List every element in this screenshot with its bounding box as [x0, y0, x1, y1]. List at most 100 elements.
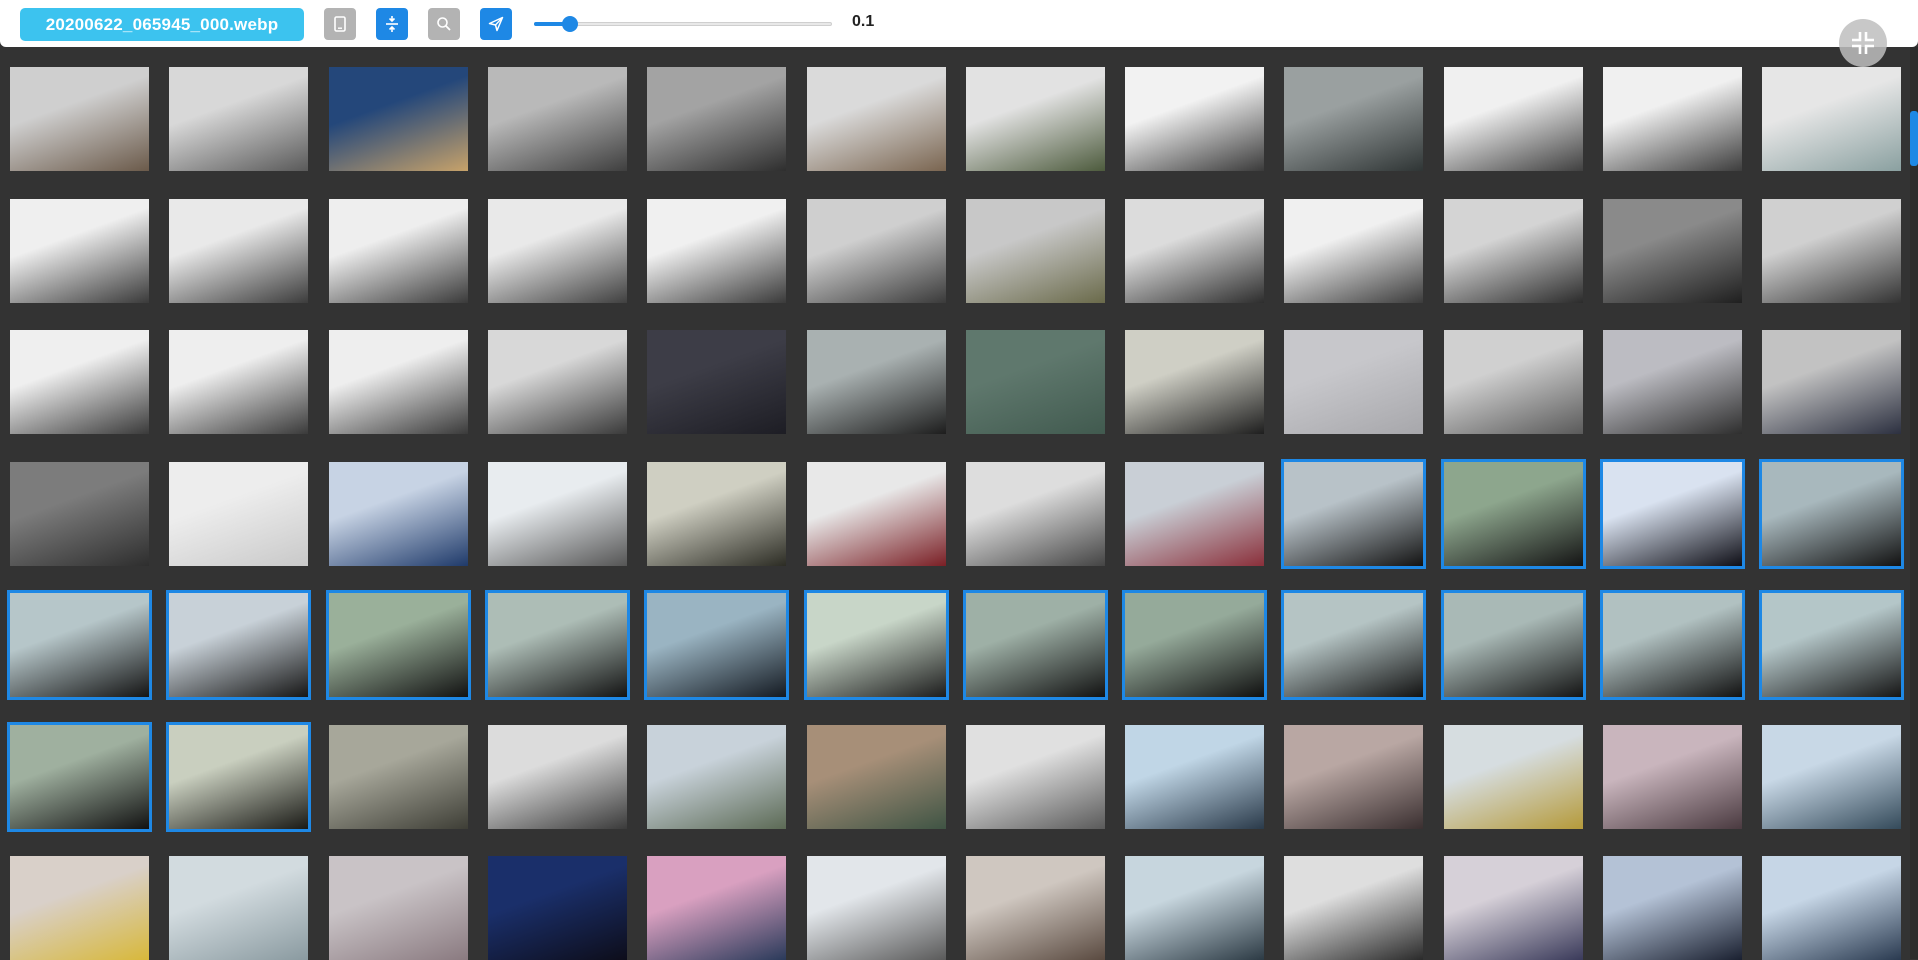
- thumbnail-office-door[interactable]: [1443, 724, 1583, 829]
- thumbnail-wall-grey[interactable]: [1284, 856, 1424, 960]
- thumbnail-sofa[interactable]: [1762, 330, 1902, 434]
- thumbnail-curtain[interactable]: [328, 461, 468, 566]
- thumbnail-office-window[interactable]: [1125, 724, 1265, 829]
- thumbnail-car-windshield[interactable]: [7, 721, 152, 832]
- thumbnail-patio-doors[interactable]: [965, 67, 1105, 171]
- thumbnail-kitchen-window[interactable]: [1443, 198, 1583, 303]
- thumbnail-green-wall[interactable]: [965, 330, 1105, 434]
- thumbnail-kitchen-person[interactable]: [169, 67, 309, 171]
- thumbnail-car-windshield[interactable]: [1281, 590, 1427, 700]
- scrollbar[interactable]: [1910, 47, 1918, 959]
- thumbnail-car-windshield-trees[interactable]: [7, 590, 152, 700]
- thumbnail-kitchen-person[interactable]: [806, 198, 946, 303]
- thumbnail-yellow-wall[interactable]: [10, 856, 149, 960]
- thumbnail-dark-room[interactable]: [1603, 198, 1742, 303]
- thumbnail-kitchen-person[interactable]: [1603, 330, 1742, 434]
- thumbnail-blurry-steps[interactable]: [806, 724, 946, 829]
- thumbnail-corridor[interactable]: [965, 856, 1105, 960]
- thumbnail-corridor[interactable]: [1443, 856, 1583, 960]
- expand-vertical-button[interactable]: [376, 8, 408, 40]
- send-icon: [488, 16, 504, 32]
- scrollbar-thumb[interactable]: [1910, 110, 1918, 166]
- phone-icon: [334, 16, 346, 32]
- thumbnail-car-windshield-trees[interactable]: [803, 590, 949, 700]
- thumbnail-monitor[interactable]: [1125, 330, 1265, 434]
- search-icon: [437, 17, 451, 31]
- thumbnail-car-dark[interactable]: [1600, 458, 1745, 569]
- thumbnail-screen-blue[interactable]: [487, 856, 627, 960]
- exit-fullscreen-button[interactable]: [1839, 19, 1887, 67]
- thumbnail-car-windshield[interactable]: [1759, 458, 1905, 569]
- thumbnail-tv-wall[interactable]: [1125, 198, 1265, 303]
- thumbnail-parking-structure[interactable]: [328, 724, 468, 829]
- slider-value: 0.1: [852, 13, 875, 30]
- thumbnail-car-windshield[interactable]: [1440, 590, 1586, 700]
- send-button[interactable]: [480, 8, 512, 40]
- thumbnail-car-windshield-trees[interactable]: [325, 590, 471, 700]
- thumbnail-skylight[interactable]: [487, 198, 627, 303]
- thumbnail-street-flowers[interactable]: [1125, 461, 1265, 566]
- thumbnail-bathroom[interactable]: [169, 461, 309, 566]
- thumbnail-skylight[interactable]: [1125, 67, 1265, 171]
- thumbnail-mug-closeup[interactable]: [1284, 67, 1424, 171]
- thumbnail-ceiling-light[interactable]: [328, 856, 468, 960]
- threshold-slider[interactable]: [534, 14, 832, 34]
- thumbnail-door-dark[interactable]: [647, 461, 787, 566]
- thumbnail-car-windshield[interactable]: [484, 590, 630, 700]
- thumbnail-car-interior-light[interactable]: [166, 721, 312, 832]
- thumbnail-blur-pink[interactable]: [1603, 724, 1742, 829]
- thumbnail-screen-colorful[interactable]: [647, 856, 787, 960]
- thumbnail-car-windshield[interactable]: [1122, 590, 1268, 700]
- thumbnail-car-windshield[interactable]: [166, 590, 312, 700]
- slider-handle[interactable]: [561, 16, 578, 32]
- thumbnail-skylight[interactable]: [647, 198, 787, 303]
- thumbnail-car-windshield-trees[interactable]: [1759, 590, 1905, 700]
- thumbnail-wall-grey[interactable]: [169, 856, 309, 960]
- filename-badge[interactable]: 20200622_065945_000.webp: [20, 8, 304, 41]
- thumbnail-office-window[interactable]: [1762, 724, 1902, 829]
- thumbnail-skylight[interactable]: [1284, 198, 1424, 303]
- thumbnail-door-dark[interactable]: [647, 330, 787, 434]
- thumbnail-kitchen-person[interactable]: [487, 67, 627, 171]
- thumbnail-fridge[interactable]: [965, 198, 1105, 303]
- thumbnail-door-dark[interactable]: [10, 461, 149, 566]
- thumbnail-person-laptop[interactable]: [1603, 856, 1742, 960]
- thumbnail-corridor[interactable]: [965, 724, 1105, 829]
- thumbnail-office-window[interactable]: [1125, 856, 1265, 960]
- thumbnail-blur-warm[interactable]: [1284, 724, 1424, 829]
- search-button[interactable]: [428, 8, 460, 40]
- thumbnail-skylight[interactable]: [328, 198, 468, 303]
- thumbnail-skylight[interactable]: [10, 330, 149, 434]
- thumbnail-car-windshield-trees[interactable]: [1440, 458, 1586, 569]
- thumbnail-indoor-hallway[interactable]: [10, 67, 149, 171]
- thumbnail-bedroom-window[interactable]: [1443, 330, 1583, 434]
- thumbnail-screen-desk[interactable]: [1762, 856, 1902, 960]
- thumbnail-window-sill[interactable]: [487, 461, 627, 566]
- thumbnail-car-windshield[interactable]: [962, 590, 1108, 700]
- thumbnail-kitchen-person[interactable]: [806, 67, 946, 171]
- thumbnail-kitchen-counter[interactable]: [1762, 198, 1902, 303]
- thumbnail-mug-closeup[interactable]: [1762, 67, 1902, 171]
- thumbnail-skylight[interactable]: [328, 330, 468, 434]
- thumbnail-hallway[interactable]: [965, 461, 1105, 566]
- thumbnail-building-exterior[interactable]: [647, 724, 787, 829]
- thumbnail-skylight[interactable]: [10, 198, 149, 303]
- slider-track[interactable]: [534, 22, 832, 26]
- thumbnail-kitchen-dark[interactable]: [647, 67, 787, 171]
- thumbnail-skylight-hand[interactable]: [169, 198, 309, 303]
- phone-view-button[interactable]: [324, 8, 356, 40]
- thumbnail-car-windshield[interactable]: [1281, 458, 1427, 569]
- thumbnail-kitchen-person[interactable]: [487, 330, 627, 434]
- thumbnail-bedroom[interactable]: [1284, 330, 1424, 434]
- thumbnail-skylight[interactable]: [1443, 67, 1583, 171]
- thumbnail-car-windshield[interactable]: [1600, 590, 1745, 700]
- thumbnail-office-window[interactable]: [806, 856, 946, 960]
- thumbnail-stairs[interactable]: [806, 461, 946, 566]
- collapse-fullscreen-icon: [1852, 32, 1874, 54]
- thumbnail-window-sill[interactable]: [806, 330, 946, 434]
- thumbnail-car-windshield-trees[interactable]: [644, 590, 790, 700]
- thumbnail-skylight[interactable]: [169, 330, 309, 434]
- thumbnail-skylight[interactable]: [1603, 67, 1742, 171]
- thumbnail-parking-lot[interactable]: [487, 724, 627, 829]
- thumbnail-wood-floor[interactable]: [328, 67, 468, 171]
